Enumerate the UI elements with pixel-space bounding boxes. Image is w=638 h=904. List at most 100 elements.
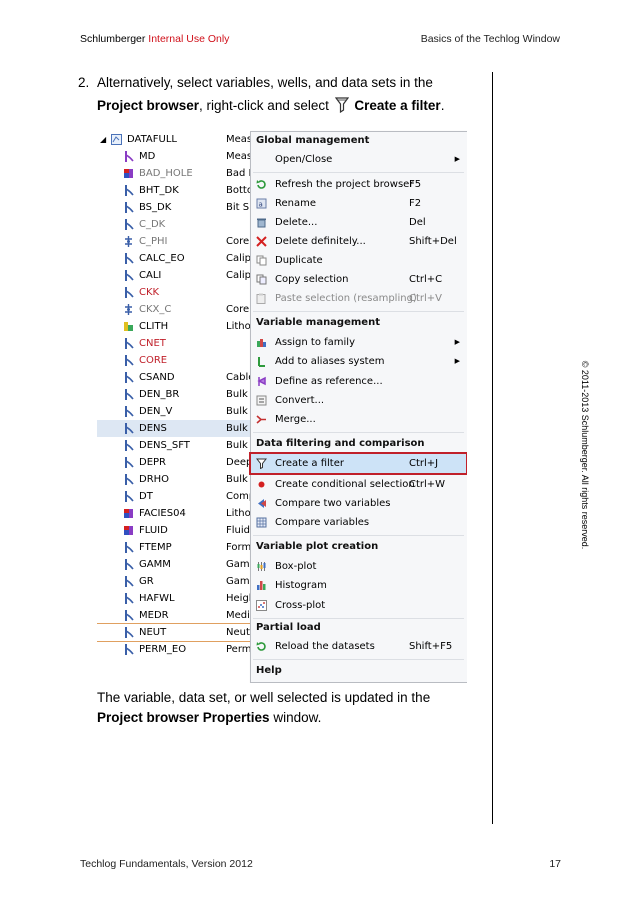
blue-curve-icon xyxy=(125,610,134,621)
menu-rename[interactable]: a Rename F2 xyxy=(251,194,466,213)
reference-icon xyxy=(257,376,266,386)
svg-text:a: a xyxy=(259,201,263,209)
menu-delete-definitely[interactable]: Delete definitely... Shift+Del xyxy=(251,232,466,251)
tree-item-label: FACIES04 xyxy=(139,508,186,519)
refresh-icon xyxy=(256,180,266,189)
menu-copy-selection[interactable]: Copy selection Ctrl+C xyxy=(251,270,466,289)
tree-item-label: DENS xyxy=(139,423,167,434)
blue-curve-icon xyxy=(125,406,134,417)
tree-item-label: GAMM xyxy=(139,559,171,570)
menu-merge[interactable]: Merge... xyxy=(251,410,466,429)
blue-curve-icon xyxy=(125,644,134,655)
family-icon xyxy=(257,339,266,347)
step-text-mid: , right-click and select xyxy=(199,98,329,113)
tree-root-label: DATAFULL xyxy=(127,134,177,145)
blue-curve-icon xyxy=(125,423,134,434)
blue-curve-icon xyxy=(125,576,134,587)
section-variable-management: Variable management xyxy=(256,317,380,328)
step-text: Alternatively, select variables, wells, … xyxy=(97,71,477,117)
menu-open-close[interactable]: Open/Close ▶ xyxy=(251,150,466,169)
company-name: Schlumberger xyxy=(80,33,146,45)
litho-icon xyxy=(124,322,133,331)
blue-curve-icon xyxy=(125,627,134,638)
blue-curve-icon xyxy=(125,389,134,400)
menu-refresh[interactable]: Refresh the project browser F5 xyxy=(251,175,466,194)
step-text-end: . xyxy=(440,98,445,113)
tree-item-label: FTEMP xyxy=(139,542,172,553)
submenu-arrow-icon: ▶ xyxy=(454,357,460,365)
menu-histogram[interactable]: Histogram xyxy=(251,576,466,595)
page-header-right: Basics of the Techlog Window xyxy=(420,33,560,45)
tree-item-label: CALI xyxy=(139,270,162,281)
page-header-left: Schlumberger Internal Use Only xyxy=(80,33,229,45)
blue-curve-icon xyxy=(125,559,134,570)
submenu-arrow-icon: ▶ xyxy=(454,155,460,163)
step-bold-create-filter: Create a filter xyxy=(354,98,441,113)
menu-conditional-selection[interactable]: Create conditional selection Ctrl+W xyxy=(251,475,466,494)
menu-define-reference[interactable]: Define as reference... xyxy=(251,372,466,391)
tree-item-label: DEN_BR xyxy=(139,389,180,400)
menu-compare-variables[interactable]: Compare variables xyxy=(251,513,466,532)
menu-compare-two[interactable]: Compare two variables xyxy=(251,494,466,513)
result-text-2: window. xyxy=(273,710,322,725)
result-text-1: The variable, data set, or well selected… xyxy=(97,690,431,705)
menu-paste-selection[interactable]: Paste selection (resampling) Ctrl+V xyxy=(251,289,466,308)
step-number: 2. xyxy=(78,75,90,90)
compare-grid-icon xyxy=(256,517,267,528)
rename-icon: a xyxy=(256,198,267,209)
trash-icon xyxy=(257,218,266,228)
filter-icon xyxy=(256,458,267,469)
menu-box-plot[interactable]: Box-plot xyxy=(251,557,466,576)
menu-convert[interactable]: Convert... xyxy=(251,391,466,410)
blue-curve-icon xyxy=(125,593,134,604)
flag-icon xyxy=(124,169,133,178)
page-number: 17 xyxy=(549,858,561,870)
tree-item-label: BAD_HOLE xyxy=(139,168,193,179)
menu-duplicate[interactable]: Duplicate xyxy=(251,251,466,270)
tree-item-label: GR xyxy=(139,576,154,587)
histogram-icon xyxy=(257,581,266,590)
step-text-1: Alternatively, select variables, wells, … xyxy=(97,75,433,90)
tree-item-label: CKX_C xyxy=(139,304,172,315)
menu-help[interactable]: Help xyxy=(256,665,282,676)
project-browser-screenshot: ◢ DATAFULL MD BAD_HOLE BHT_DK BS_DK C_DK C_PH… xyxy=(97,128,467,683)
menu-reload-datasets[interactable]: Reload the datasets Shift+F5 xyxy=(251,637,466,656)
section-global-management: Global management xyxy=(256,135,370,146)
section-partial-load: Partial load xyxy=(256,622,321,633)
purple-curve-icon xyxy=(125,151,134,162)
expand-arrow-icon[interactable]: ◢ xyxy=(100,131,106,148)
core-icon xyxy=(125,304,132,315)
blue-curve-icon xyxy=(125,270,134,281)
margin-rule xyxy=(492,72,493,824)
menu-delete[interactable]: Delete... Del xyxy=(251,213,466,232)
tree-item-label: DEPR xyxy=(139,457,166,468)
copyright-notice: © 2011-2013 Schlumberger. All rights res… xyxy=(580,360,590,550)
convert-icon xyxy=(256,395,267,406)
blue-curve-icon xyxy=(125,474,134,485)
red-dot-icon xyxy=(258,481,265,488)
blue-curve-icon xyxy=(125,287,134,298)
compare-two-icon xyxy=(258,499,266,508)
result-paragraph: The variable, data set, or well selected… xyxy=(97,688,487,728)
tree-item-label: DENS_SFT xyxy=(139,440,190,451)
copy-icon xyxy=(256,274,267,285)
blue-curve-icon xyxy=(125,202,134,213)
section-plot-creation: Variable plot creation xyxy=(256,541,379,552)
menu-add-aliases[interactable]: Add to aliases system ▶ xyxy=(251,352,466,371)
tree-item-label: C_DK xyxy=(139,219,166,230)
blue-curve-icon xyxy=(125,372,134,383)
footer-title: Techlog Fundamentals, Version 2012 xyxy=(80,858,253,870)
tree-item-label: DT xyxy=(139,491,153,502)
box-plot-icon xyxy=(257,562,266,571)
menu-cross-plot[interactable]: Cross-plot xyxy=(251,596,466,615)
tree-item-label: CORE xyxy=(139,355,168,366)
tree-item-label: CNET xyxy=(139,338,166,349)
step-bold-project-browser: Project browser xyxy=(97,98,200,113)
tree-item-label: CKK xyxy=(139,287,160,298)
reload-icon xyxy=(256,642,266,651)
menu-assign-family[interactable]: Assign to family ▶ xyxy=(251,333,466,352)
tree-item-label: CALC_EO xyxy=(139,253,185,264)
tree-item-label: C_PHI xyxy=(139,236,168,247)
menu-create-filter[interactable]: Create a filter Ctrl+J xyxy=(249,452,467,475)
tree-item-label: NEUT xyxy=(139,627,167,638)
